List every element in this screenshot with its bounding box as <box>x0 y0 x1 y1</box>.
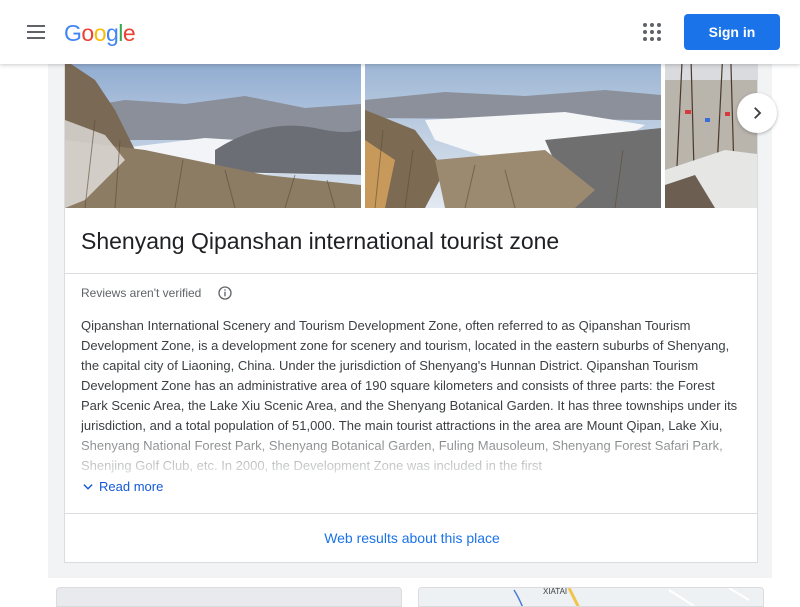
hamburger-line <box>27 37 45 39</box>
apps-dot <box>643 37 647 41</box>
map-roads-graphic <box>513 588 750 606</box>
apps-dot <box>650 23 654 27</box>
map-place-label: XIATAI <box>543 587 568 596</box>
google-logo[interactable]: Google <box>64 19 136 47</box>
apps-dot <box>643 30 647 34</box>
apps-button[interactable] <box>632 12 672 52</box>
top-bar: Google Sign in <box>0 0 800 64</box>
apps-dot <box>657 37 661 41</box>
reviews-notice: Reviews aren't verified <box>81 285 233 301</box>
chevron-right-icon <box>754 107 762 119</box>
read-more-label: Read more <box>99 479 164 494</box>
map-preview[interactable]: XIATAI <box>418 587 764 607</box>
apps-grid-icon <box>643 23 647 27</box>
place-title: Shenyang Qipanshan international tourist… <box>81 228 560 254</box>
logo-letter: e <box>122 20 136 46</box>
main-menu-button[interactable] <box>16 12 56 52</box>
sign-in-button[interactable]: Sign in <box>684 14 780 50</box>
hamburger-menu-icon <box>27 25 45 27</box>
divider <box>65 273 757 274</box>
logo-letter: G <box>64 20 82 46</box>
place-description: Qipanshan International Scenery and Tour… <box>81 318 738 473</box>
read-more-button[interactable]: Read more <box>81 478 163 496</box>
logo-letter: o <box>81 20 94 46</box>
knowledge-panel-card: Shenyang Qipanshan international tourist… <box>64 0 758 563</box>
logo-letter: o <box>93 20 107 46</box>
apps-dot <box>657 23 661 27</box>
reviews-notice-text: Reviews aren't verified <box>81 286 202 300</box>
bottom-preview-card[interactable] <box>56 587 402 607</box>
divider <box>65 513 757 514</box>
apps-dot <box>657 30 661 34</box>
apps-dot <box>650 30 654 34</box>
web-results-link[interactable]: Web results about this place <box>65 529 757 547</box>
next-photos-button[interactable] <box>737 93 777 133</box>
chevron-down-icon <box>83 484 93 490</box>
hamburger-line <box>27 31 45 33</box>
info-icon[interactable] <box>217 285 233 301</box>
logo-letter: g <box>105 20 119 46</box>
apps-dot <box>650 37 654 41</box>
